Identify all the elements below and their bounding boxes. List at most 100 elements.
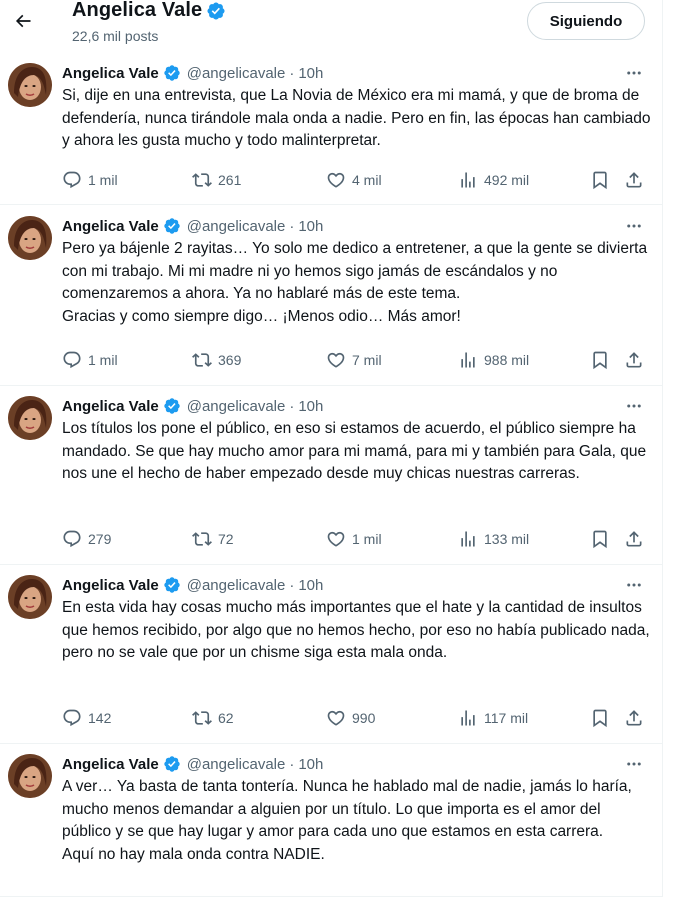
- timeline-column: Angelica Vale 22,6 mil posts Siguiendo A…: [0, 0, 663, 897]
- bookmark-button[interactable]: [590, 348, 610, 372]
- author-handle[interactable]: @angelicavale: [187, 398, 286, 415]
- reposts-count: 62: [218, 710, 234, 726]
- like-icon: [327, 352, 345, 368]
- timestamp[interactable]: 10h: [298, 218, 323, 235]
- reply-button[interactable]: 1 mil: [62, 168, 118, 192]
- avatar[interactable]: [8, 396, 52, 440]
- more-icon: [627, 71, 641, 75]
- avatar[interactable]: [8, 575, 52, 619]
- tweet-actions: 1 mil 261 4 mil 492 mil: [60, 168, 650, 192]
- timestamp[interactable]: 10h: [298, 577, 323, 594]
- like-button[interactable]: 990: [326, 706, 375, 730]
- reply-icon: [63, 709, 81, 727]
- verified-badge-icon: [164, 218, 180, 234]
- share-icon: [626, 531, 642, 547]
- author-name[interactable]: Angelica Vale: [62, 756, 159, 773]
- tweet[interactable]: Angelica Vale @angelicavale · 10h Si, dije e…: [0, 53, 662, 205]
- tweet-text: A ver… Ya basta de tanta tontería. Nunca…: [62, 778, 632, 863]
- reply-icon: [63, 171, 81, 189]
- tweet-actions: 1 mil 369 7 mil 988 mil: [60, 348, 650, 372]
- reply-icon: [63, 530, 81, 548]
- bookmark-button[interactable]: [590, 706, 610, 730]
- share-icon: [626, 172, 642, 188]
- reply-button[interactable]: 1 mil: [62, 348, 118, 372]
- more-icon: [627, 404, 641, 408]
- repost-button[interactable]: 261: [192, 168, 241, 192]
- separator-dot: ·: [289, 755, 295, 773]
- views-button[interactable]: 117 mil: [458, 706, 528, 730]
- tweet-text: En esta vida hay cosas mucho más importa…: [62, 599, 655, 661]
- repost-button[interactable]: 369: [192, 348, 241, 372]
- tweet[interactable]: Angelica Vale @angelicavale · 10h A ver… Ya …: [0, 744, 662, 897]
- avatar-photo: [8, 63, 52, 107]
- avatar-photo: [8, 396, 52, 440]
- author-name[interactable]: Angelica Vale: [62, 218, 159, 235]
- repost-icon: [192, 711, 212, 725]
- share-icon: [626, 352, 642, 368]
- avatar[interactable]: [8, 754, 52, 798]
- reply-icon: [63, 351, 81, 369]
- replies-count: 1 mil: [88, 172, 118, 188]
- views-button[interactable]: 492 mil: [458, 168, 529, 192]
- tweet[interactable]: Angelica Vale @angelicavale · 10h Los título…: [0, 386, 662, 565]
- author-name[interactable]: Angelica Vale: [62, 398, 159, 415]
- separator-dot: ·: [289, 217, 295, 235]
- reply-button[interactable]: 279: [62, 527, 111, 551]
- avatar[interactable]: [8, 63, 52, 107]
- repost-button[interactable]: 62: [192, 706, 234, 730]
- tweet[interactable]: Angelica Vale @angelicavale · 10h Pero ya bá…: [0, 206, 662, 386]
- avatar-photo: [8, 575, 52, 619]
- author-handle[interactable]: @angelicavale: [187, 577, 286, 594]
- author-handle[interactable]: @angelicavale: [187, 756, 286, 773]
- like-button[interactable]: 1 mil: [326, 527, 382, 551]
- author-handle[interactable]: @angelicavale: [187, 65, 286, 82]
- views-button[interactable]: 133 mil: [458, 527, 529, 551]
- share-icon: [626, 710, 642, 726]
- author-name[interactable]: Angelica Vale: [62, 577, 159, 594]
- repost-icon: [192, 532, 212, 546]
- more-options-button[interactable]: [622, 396, 646, 416]
- share-button[interactable]: [624, 706, 644, 730]
- avatar[interactable]: [8, 216, 52, 260]
- timestamp[interactable]: 10h: [298, 398, 323, 415]
- repost-button[interactable]: 72: [192, 527, 234, 551]
- timestamp[interactable]: 10h: [298, 65, 323, 82]
- likes-count: 4 mil: [352, 172, 382, 188]
- tweet-actions: 142 62 990 117 mil: [60, 706, 650, 730]
- tweet-header: Angelica Vale @angelicavale · 10h: [62, 575, 323, 595]
- share-button[interactable]: [624, 168, 644, 192]
- verified-badge-icon: [164, 756, 180, 772]
- like-icon: [327, 172, 345, 188]
- like-icon: [327, 531, 345, 547]
- timestamp[interactable]: 10h: [298, 756, 323, 773]
- like-icon: [327, 710, 345, 726]
- bookmark-button[interactable]: [590, 527, 610, 551]
- back-arrow-icon: [15, 14, 31, 28]
- reply-button[interactable]: 142: [62, 706, 111, 730]
- repost-icon: [192, 173, 212, 187]
- following-button[interactable]: Siguiendo: [527, 2, 645, 40]
- tweet-text: Los títulos los pone el público, en eso …: [62, 420, 651, 482]
- more-options-button[interactable]: [622, 216, 646, 236]
- bookmark-icon: [593, 709, 607, 728]
- tweet[interactable]: Angelica Vale @angelicavale · 10h En esta vi…: [0, 565, 662, 744]
- bookmark-button[interactable]: [590, 168, 610, 192]
- author-name[interactable]: Angelica Vale: [62, 65, 159, 82]
- tweet-text: Pero ya bájenle 2 rayitas… Yo solo me de…: [62, 240, 648, 325]
- more-options-button[interactable]: [622, 754, 646, 774]
- more-options-button[interactable]: [622, 63, 646, 83]
- share-button[interactable]: [624, 348, 644, 372]
- avatar-photo: [8, 754, 52, 798]
- verified-badge-icon: [164, 577, 180, 593]
- share-button[interactable]: [624, 527, 644, 551]
- author-handle[interactable]: @angelicavale: [187, 218, 286, 235]
- replies-count: 142: [88, 710, 112, 726]
- like-button[interactable]: 7 mil: [326, 348, 382, 372]
- views-icon: [461, 531, 475, 547]
- more-options-button[interactable]: [622, 575, 646, 595]
- more-icon: [627, 583, 641, 587]
- back-button[interactable]: [6, 4, 40, 38]
- more-icon: [627, 762, 641, 766]
- like-button[interactable]: 4 mil: [326, 168, 382, 192]
- views-button[interactable]: 988 mil: [458, 348, 529, 372]
